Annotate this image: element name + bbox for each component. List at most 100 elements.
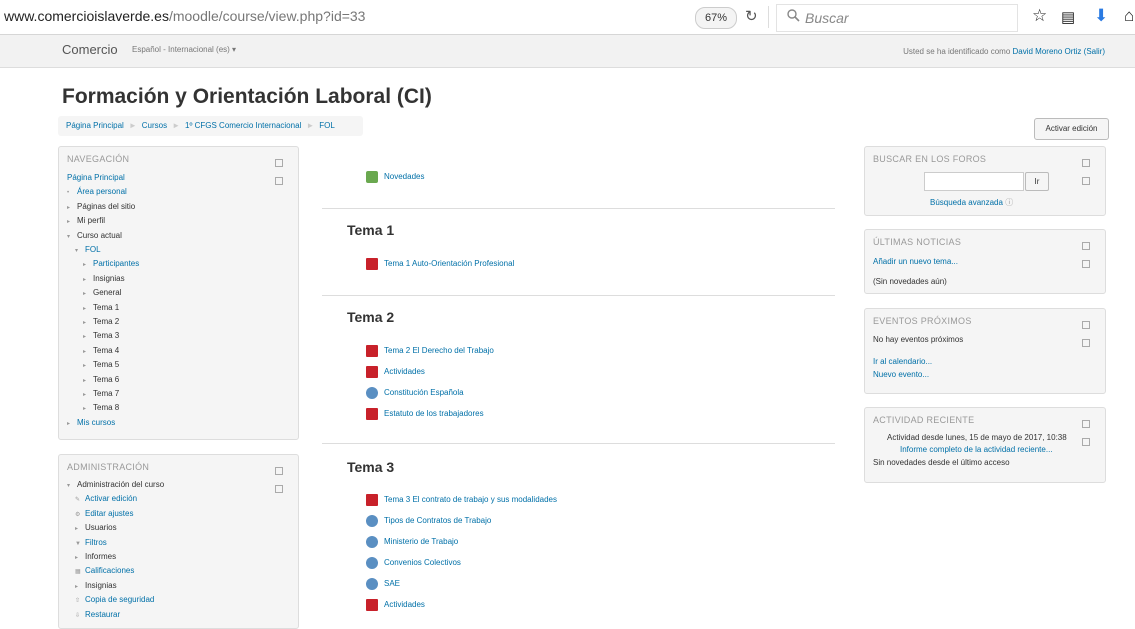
collapse-icon[interactable] [1082, 420, 1090, 428]
activity-link[interactable]: Convenios Colectivos [366, 557, 461, 569]
nav-item[interactable]: ▸ Tema 7 [83, 389, 119, 398]
activity-link[interactable]: SAE [366, 578, 400, 590]
tree-marker-icon: ▾ [75, 248, 79, 254]
breadcrumb-home[interactable]: Página Principal [66, 121, 124, 130]
dock-icon[interactable] [1082, 339, 1090, 347]
activity-forum[interactable]: Novedades [366, 171, 424, 183]
nav-item[interactable]: ▸ Usuarios [75, 523, 117, 532]
nav-item-label: Tema 3 [93, 331, 120, 341]
url-icon [366, 557, 378, 569]
block-controls[interactable] [274, 462, 290, 493]
activity-link[interactable]: Tema 1 Auto-Orientación Profesional [366, 258, 514, 270]
forum-search-input[interactable] [924, 172, 1024, 191]
user-profile-link[interactable]: David Moreno Ortiz [1013, 47, 1082, 56]
activity-link[interactable]: Estatuto de los trabajadores [366, 408, 484, 420]
activity-link[interactable]: Constitución Española [366, 387, 464, 399]
nav-item[interactable]: ▾ FOL [75, 245, 101, 254]
nav-item[interactable]: ▸ Tema 4 [83, 346, 119, 355]
dock-icon[interactable] [1082, 177, 1090, 185]
activity-link[interactable]: Actividades [366, 599, 425, 611]
nav-item-label: Activar edición [85, 494, 138, 504]
collapse-icon[interactable] [275, 159, 283, 167]
collapse-icon[interactable] [1082, 242, 1090, 250]
new-event-link[interactable]: Nuevo evento... [873, 370, 929, 379]
home-icon[interactable]: ⌂ [1124, 6, 1134, 26]
collapse-icon[interactable] [1082, 159, 1090, 167]
reading-list-icon[interactable]: ▤ [1061, 8, 1075, 26]
address-bar[interactable]: www.comercioislaverde.es/moodle/course/v… [4, 8, 365, 24]
nav-item[interactable]: ⇩ Restaurar [75, 610, 120, 619]
activity-since-text: Actividad desde lunes, 15 de mayo de 201… [887, 433, 1067, 442]
activity-label: Tipos de Contratos de Trabajo [384, 516, 492, 526]
nav-item-label: Página Principal [67, 173, 125, 182]
nav-item[interactable]: ▸ Informes [75, 552, 116, 561]
activity-link[interactable]: Ministerio de Trabajo [366, 536, 458, 548]
nav-item[interactable]: • Área personal [67, 187, 127, 196]
browser-search-input[interactable]: Buscar [776, 4, 1018, 32]
tree-marker-icon: ▸ [75, 526, 79, 533]
activity-link[interactable]: Actividades [366, 366, 425, 378]
nav-item[interactable]: ▸ Participantes [83, 259, 139, 268]
block-controls[interactable] [274, 154, 290, 185]
help-icon[interactable]: ⓘ [1005, 198, 1013, 207]
block-controls[interactable] [1081, 237, 1097, 268]
language-menu[interactable]: Español - Internacional (es) ▾ [132, 45, 236, 54]
tree-marker-icon: ⇧ [75, 598, 81, 605]
nav-item[interactable]: ▾ Administración del curso [67, 480, 164, 489]
dock-icon[interactable] [275, 177, 283, 185]
nav-item[interactable]: ▦ Calificaciones [75, 566, 134, 575]
reload-icon[interactable]: ↻ [745, 7, 758, 25]
nav-item-label: Mis cursos [77, 417, 116, 427]
breadcrumb-course[interactable]: FOL [319, 121, 335, 130]
nav-item[interactable]: ▸ Tema 3 [83, 331, 119, 340]
activity-link[interactable]: Tipos de Contratos de Trabajo [366, 515, 491, 527]
bookmark-star-icon[interactable]: ☆ [1032, 6, 1047, 26]
site-brand[interactable]: Comercio [62, 42, 118, 57]
nav-item[interactable]: ▸ Insignias [83, 274, 125, 283]
block-controls[interactable] [1081, 316, 1097, 347]
nav-item[interactable]: ▸ Tema 8 [83, 403, 119, 412]
dock-icon[interactable] [1082, 260, 1090, 268]
nav-item[interactable]: ▼ Filtros [75, 538, 107, 547]
zoom-indicator[interactable]: 67% [695, 7, 737, 29]
block-controls[interactable] [1081, 154, 1097, 185]
forum-search-button[interactable]: Ir [1025, 172, 1049, 191]
tree-marker-icon: ▸ [83, 348, 87, 355]
activity-link[interactable]: Tema 2 El Derecho del Trabajo [366, 345, 494, 357]
nav-item[interactable]: ▸ Insignias [75, 581, 117, 590]
breadcrumb-courses[interactable]: Cursos [142, 121, 167, 130]
pdf-icon [366, 366, 378, 378]
nav-item[interactable]: ⚙ Editar ajustes [75, 509, 133, 518]
nav-item[interactable]: ▸ Páginas del sitio [67, 202, 135, 211]
advanced-search-link[interactable]: Búsqueda avanzada [930, 198, 1003, 207]
nav-item[interactable]: ▸ General [83, 288, 121, 297]
activity-label: Actividades [384, 367, 425, 377]
collapse-icon[interactable] [1082, 321, 1090, 329]
block-controls[interactable] [1081, 415, 1097, 446]
nav-item[interactable]: Página Principal [67, 173, 125, 182]
full-report-link[interactable]: Informe completo de la actividad recient… [900, 445, 1053, 454]
nav-item[interactable]: ▾ Curso actual [67, 231, 122, 240]
activity-label: Actividades [384, 600, 425, 610]
dock-icon[interactable] [275, 485, 283, 493]
turn-editing-on-button[interactable]: Activar edición [1034, 118, 1109, 140]
nav-item[interactable]: ⇧ Copia de seguridad [75, 595, 154, 604]
breadcrumb-category[interactable]: 1º CFGS Comercio Internacional [185, 121, 301, 130]
nav-item[interactable]: ▸ Tema 5 [83, 360, 119, 369]
calendar-link[interactable]: Ir al calendario... [873, 357, 932, 366]
nav-item-label: Curso actual [77, 230, 122, 240]
nav-item[interactable]: ▸ Tema 6 [83, 375, 119, 384]
nav-item[interactable]: ▸ Mis cursos [67, 418, 115, 427]
nav-item[interactable]: ▸ Mi perfil [67, 216, 105, 225]
logout-link[interactable]: (Salir) [1084, 47, 1105, 56]
add-topic-link[interactable]: Añadir un nuevo tema... [873, 257, 958, 266]
nav-item[interactable]: ▸ Tema 1 [83, 303, 119, 312]
collapse-icon[interactable] [275, 467, 283, 475]
tree-marker-icon: ▸ [83, 363, 87, 370]
activity-link[interactable]: Tema 3 El contrato de trabajo y sus moda… [366, 494, 557, 506]
nav-item[interactable]: ▸ Tema 2 [83, 317, 119, 326]
download-icon[interactable]: ⬇ [1094, 6, 1108, 26]
login-info: Usted se ha identificado como David More… [903, 47, 1105, 56]
nav-item[interactable]: ✎ Activar edición [75, 494, 137, 503]
dock-icon[interactable] [1082, 438, 1090, 446]
